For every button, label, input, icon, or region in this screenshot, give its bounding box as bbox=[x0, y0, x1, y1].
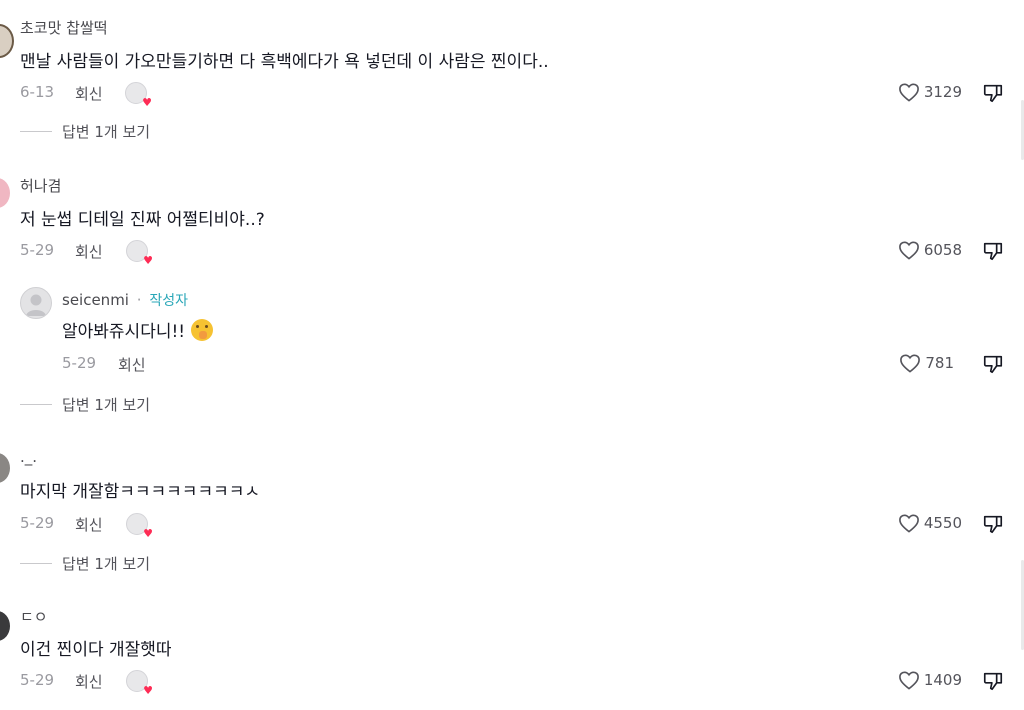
like-count: 781 bbox=[925, 354, 954, 372]
comment-text: 마지막 개잘함ㅋㅋㅋㅋㅋㅋㅋㅋㅅ bbox=[20, 482, 261, 502]
divider-line bbox=[20, 131, 52, 132]
comment-date: 5-29 bbox=[20, 514, 55, 532]
comment-username[interactable]: ㄷㅇ bbox=[20, 606, 48, 627]
comment-text: 맨날 사람들이 가오만들기하면 다 흑백에다가 욕 넣던데 이 사람은 찐이다.… bbox=[20, 52, 549, 72]
avatar[interactable] bbox=[0, 611, 10, 641]
comment-item: 초코맛 찹쌀떡 맨날 사람들이 가오만들기하면 다 흑백에다가 욕 넣던데 이 … bbox=[0, 0, 1024, 150]
like-count: 1409 bbox=[923, 671, 962, 689]
separator-dot: · bbox=[136, 291, 142, 309]
reply-date: 5-29 bbox=[62, 354, 97, 372]
comment-item: 허나겸 저 눈썹 디테일 진짜 어쩔티비야..? 5-29 회신 ♥ 6058 … bbox=[0, 170, 1024, 420]
heart-outline-icon bbox=[898, 514, 919, 533]
view-replies-label: 답변 1개 보기 bbox=[62, 396, 151, 414]
like-button[interactable]: 6058 bbox=[898, 240, 962, 260]
heart-outline-icon bbox=[900, 354, 921, 373]
thumbs-down-icon bbox=[983, 672, 1003, 691]
avatar[interactable] bbox=[0, 178, 10, 208]
view-replies-button[interactable]: 답변 1개 보기 bbox=[20, 394, 150, 415]
shushing-face-emoji-icon bbox=[191, 318, 214, 341]
dislike-button[interactable] bbox=[982, 670, 1004, 692]
view-replies-label: 답변 1개 보기 bbox=[62, 123, 151, 141]
default-avatar-icon bbox=[26, 294, 46, 316]
avatar[interactable] bbox=[0, 24, 14, 58]
reply-button[interactable]: 회신 bbox=[75, 83, 103, 104]
thumbs-down-icon bbox=[983, 355, 1003, 374]
dislike-button[interactable] bbox=[982, 240, 1004, 262]
like-count: 4550 bbox=[923, 514, 962, 532]
reaction-button[interactable]: ♥ bbox=[125, 82, 152, 108]
reply-username[interactable]: seicenmi bbox=[62, 291, 129, 309]
comment-username[interactable]: 초코맛 찹쌀떡 bbox=[20, 17, 108, 38]
comment-date: 5-29 bbox=[20, 671, 55, 689]
dislike-button[interactable] bbox=[982, 513, 1004, 535]
thumbs-down-icon bbox=[983, 84, 1003, 103]
heart-outline-icon bbox=[898, 83, 919, 102]
like-button[interactable]: 4550 bbox=[898, 513, 962, 533]
comment-text: 저 눈썹 디테일 진짜 어쩔티비야..? bbox=[20, 210, 265, 230]
like-button[interactable]: 1409 bbox=[898, 670, 962, 690]
avatar[interactable] bbox=[0, 453, 10, 483]
heart-icon: ♥ bbox=[143, 684, 153, 697]
dislike-button[interactable] bbox=[982, 82, 1004, 104]
heart-outline-icon bbox=[898, 671, 919, 690]
reply-button[interactable]: 회신 bbox=[75, 671, 103, 692]
like-button[interactable]: 3129 bbox=[898, 82, 962, 102]
heart-icon: ♥ bbox=[142, 96, 152, 109]
heart-icon: ♥ bbox=[143, 527, 153, 540]
reply-text: 알아봐쥬시다니!! bbox=[62, 322, 186, 342]
reaction-button[interactable]: ♥ bbox=[126, 240, 153, 266]
creator-badge: 작성자 bbox=[149, 293, 188, 309]
view-replies-button[interactable]: 답변 1개 보기 bbox=[20, 121, 150, 142]
comment-item: ㄷㅇ 이건 찐이다 개잘햇따 5-29 회신 ♥ 1409 bbox=[0, 603, 1024, 710]
dislike-button[interactable] bbox=[982, 353, 1004, 375]
comment-username[interactable]: ._. bbox=[20, 448, 37, 466]
reaction-button[interactable]: ♥ bbox=[126, 513, 153, 539]
divider-line bbox=[20, 404, 52, 405]
heart-outline-icon bbox=[898, 241, 919, 260]
reply-item: seicenmi · 작성자 알아봐쥬시다니!! 5-29 회신 781 bbox=[0, 285, 1024, 375]
avatar[interactable] bbox=[20, 287, 52, 319]
comment-item: ._. 마지막 개잘함ㅋㅋㅋㅋㅋㅋㅋㅋㅅ 5-29 회신 ♥ 4550 답변 1… bbox=[0, 445, 1024, 585]
divider-line bbox=[20, 563, 52, 564]
heart-icon: ♥ bbox=[143, 254, 153, 267]
reply-button[interactable]: 회신 bbox=[118, 354, 146, 375]
thumbs-down-icon bbox=[983, 515, 1003, 534]
thumbs-down-icon bbox=[983, 242, 1003, 261]
like-count: 6058 bbox=[923, 241, 962, 259]
reply-button[interactable]: 회신 bbox=[75, 514, 103, 535]
comment-date: 5-29 bbox=[20, 241, 55, 259]
view-replies-button[interactable]: 답변 1개 보기 bbox=[20, 553, 150, 574]
like-count: 3129 bbox=[923, 83, 962, 101]
reaction-button[interactable]: ♥ bbox=[126, 670, 153, 696]
comment-text: 이건 찐이다 개잘햇따 bbox=[20, 640, 172, 660]
like-button[interactable]: 781 bbox=[899, 353, 954, 373]
reply-button[interactable]: 회신 bbox=[75, 241, 103, 262]
comment-username[interactable]: 허나겸 bbox=[20, 175, 61, 196]
comment-date: 6-13 bbox=[20, 83, 55, 101]
view-replies-label: 답변 1개 보기 bbox=[62, 555, 151, 573]
